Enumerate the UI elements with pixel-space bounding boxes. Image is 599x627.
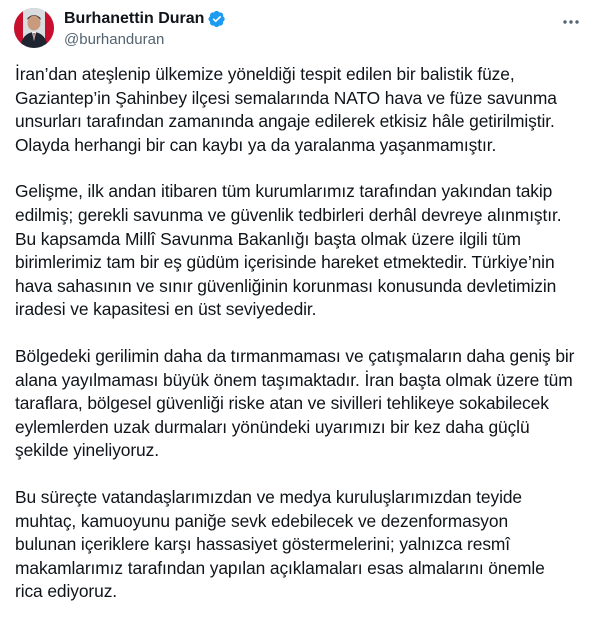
- tweet-paragraph: Bu süreçte vatandaşlarımızdan ve medya k…: [15, 486, 590, 604]
- tweet-line: bulunan içeriklere karşı hassasiyet göst…: [15, 534, 511, 555]
- tweet-line: Gaziantep’in Şahinbey ilçesi semalarında…: [15, 87, 557, 108]
- tweet-line: birimlerimiz tam bir eş güdüm içerisinde…: [15, 252, 555, 273]
- display-name[interactable]: Burhanettin Duran: [64, 10, 204, 28]
- tweet-header: Burhanettin Duran @burhanduran: [14, 6, 585, 54]
- verified-badge-icon: [208, 10, 226, 28]
- tweet-line: eylemlerden uzak durmaları yönündeki uya…: [15, 416, 530, 437]
- avatar[interactable]: [14, 8, 54, 48]
- tweet-line: Bu kapsamda Millî Savunma Bakanlığı başt…: [15, 228, 521, 249]
- tweet-line: Bu süreçte vatandaşlarımızdan ve medya k…: [15, 486, 522, 507]
- tweet-paragraph: Bölgedeki gerilimin daha da tırmanmaması…: [15, 345, 590, 463]
- tweet-line: şekilde yineliyoruz.: [15, 440, 159, 461]
- tweet-line: makamlarımız tarafından yapılan açıklama…: [15, 557, 545, 578]
- tweet-line: hava sahasının ve sınır güvenliğinin kor…: [15, 275, 557, 296]
- tweet-text: İran’dan ateşlenip ülkemize yöneldiği te…: [15, 63, 590, 627]
- tweet: Burhanettin Duran @burhanduran İran’dan …: [0, 0, 599, 617]
- tweet-line: edilmiş; gerekli savunma ve güvenlik ted…: [15, 204, 562, 225]
- tweet-line: alana yayılmaması büyük önem taşımaktadı…: [15, 369, 573, 390]
- tweet-line: unsurları tarafından zamanında angaje ed…: [15, 111, 555, 132]
- tweet-line: taraflara, bölgesel güvenliği riske atan…: [15, 393, 549, 414]
- display-name-row: Burhanettin Duran: [64, 8, 226, 30]
- more-options-icon[interactable]: [561, 12, 581, 32]
- tweet-line: Olayda herhangi bir can kaybı ya da yara…: [15, 134, 497, 155]
- author-handle[interactable]: @burhanduran: [64, 31, 226, 48]
- tweet-line: Gelişme, ilk andan itibaren tüm kurumlar…: [15, 181, 553, 202]
- tweet-line: muhtaç, kamuoyunu paniğe sevk edebilecek…: [15, 510, 509, 531]
- tweet-paragraph: İran’dan ateşlenip ülkemize yöneldiği te…: [15, 63, 590, 157]
- tweet-line: Bölgedeki gerilimin daha da tırmanmaması…: [15, 345, 575, 366]
- tweet-line: iradesi ve kapasitesi en üst seviyededir…: [15, 299, 317, 320]
- author-names: Burhanettin Duran @burhanduran: [64, 8, 226, 48]
- tweet-line: rica ediyoruz.: [15, 581, 118, 602]
- tweet-paragraph: Gelişme, ilk andan itibaren tüm kurumlar…: [15, 180, 590, 322]
- tweet-line: İran’dan ateşlenip ülkemize yöneldiği te…: [15, 64, 515, 84]
